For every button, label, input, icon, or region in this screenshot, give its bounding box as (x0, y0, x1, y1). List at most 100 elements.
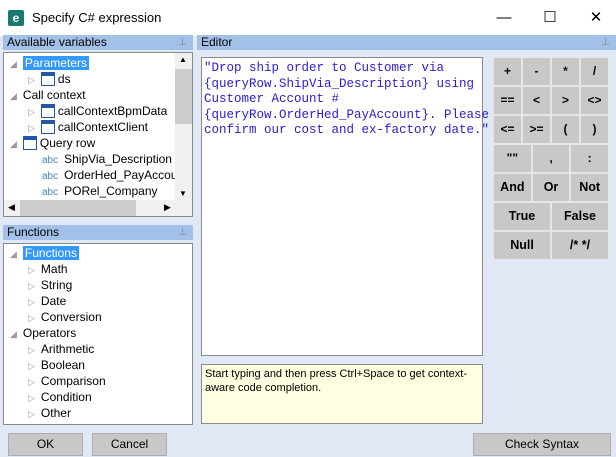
operator-button[interactable]: - (522, 57, 551, 86)
tree-item[interactable]: ◢ Parameters (10, 55, 89, 71)
tree-item[interactable]: ▷ Arithmetic (28, 341, 94, 357)
tree-item[interactable]: abc ShipVia_Description (42, 151, 172, 167)
functions-panel-title: Functions (7, 225, 60, 239)
expand-icon[interactable]: ▷ (28, 75, 35, 85)
tree-item-label: PORel_Company (64, 184, 158, 198)
tree-item[interactable]: ▷ Conversion (28, 309, 102, 325)
expand-icon[interactable]: ▷ (28, 281, 35, 291)
minimize-button[interactable]: — (481, 6, 527, 30)
pin-icon[interactable]: ⊥ (178, 35, 187, 50)
expand-icon[interactable]: ▷ (28, 377, 35, 387)
pin-icon[interactable]: ⊥ (601, 35, 610, 50)
expand-icon[interactable]: ▷ (28, 123, 35, 133)
horizontal-scrollbar[interactable]: ◀ ▶ (4, 200, 192, 216)
tree-item[interactable]: abc PORel_Company (42, 183, 158, 199)
tree-item[interactable]: abc OrderHed_PayAccou (42, 167, 178, 183)
operator-button[interactable]: <> (580, 86, 609, 115)
operator-button[interactable]: == (493, 86, 522, 115)
operator-button[interactable]: Or (531, 173, 571, 202)
tree-item[interactable]: ▷ ds (28, 71, 71, 87)
scroll-right-icon[interactable]: ▶ (164, 202, 171, 213)
operator-button[interactable]: /* */ (551, 231, 609, 260)
scrollbar-thumb[interactable] (20, 200, 136, 216)
operator-button[interactable]: * (551, 57, 580, 86)
title-bar: e Specify C# expression — ☐ ✕ (0, 0, 616, 36)
tree-item-label: Math (40, 262, 68, 276)
operator-button[interactable]: True (493, 202, 551, 231)
scroll-down-icon[interactable]: ▼ (179, 189, 187, 198)
expand-icon[interactable]: ▷ (28, 361, 35, 371)
pin-icon[interactable]: ⊥ (178, 225, 187, 240)
expand-icon[interactable]: ▷ (28, 345, 35, 355)
check-syntax-button[interactable]: Check Syntax (473, 433, 611, 456)
tree-item-label: OrderHed_PayAccou (64, 168, 178, 182)
cancel-button[interactable]: Cancel (92, 433, 167, 456)
operator-button[interactable]: > (551, 86, 580, 115)
string-field-icon: abc (42, 171, 59, 182)
tree-item[interactable]: ▷ Other (28, 405, 71, 421)
operator-button[interactable]: Not (570, 173, 609, 202)
functions-panel-header: Functions ⊥ (3, 225, 193, 240)
expand-icon[interactable]: ▷ (28, 393, 35, 403)
tree-item-label: Functions (22, 246, 79, 260)
string-field-icon: abc (42, 155, 59, 166)
tree-item[interactable]: ▷ callContextClient (28, 119, 148, 135)
tree-item[interactable]: ▷ Boolean (28, 357, 85, 373)
tree-item[interactable]: ▷ callContextBpmData (28, 103, 167, 119)
operator-button[interactable]: ( (551, 115, 580, 144)
variables-tree[interactable]: abc PORel_Company abc OrderHed_PayAccou abc S… (3, 52, 193, 217)
table-icon (40, 72, 55, 86)
operator-button[interactable]: ) (580, 115, 609, 144)
scroll-up-icon[interactable]: ▲ (179, 55, 187, 64)
expand-icon[interactable]: ▷ (28, 265, 35, 275)
collapse-icon[interactable]: ◢ (10, 59, 17, 69)
operator-button[interactable]: + (493, 57, 522, 86)
tree-item-label: Conversion (40, 310, 102, 324)
tree-item[interactable]: ▷ Comparison (28, 373, 106, 389)
ok-button[interactable]: OK (8, 433, 83, 456)
maximize-button[interactable]: ☐ (527, 6, 573, 30)
tree-item[interactable]: ▷ Condition (28, 389, 92, 405)
tree-item-label: ds (57, 72, 71, 86)
table-icon (22, 136, 37, 150)
operator-button[interactable]: "" (493, 144, 532, 173)
editor-panel-header: Editor ⊥ (197, 35, 616, 50)
close-button[interactable]: ✕ (573, 6, 616, 30)
expand-icon[interactable]: ▷ (28, 313, 35, 323)
tree-item-label: Boolean (40, 358, 85, 372)
tree-item-label: Comparison (40, 374, 106, 388)
operator-button[interactable]: And (493, 173, 532, 202)
tree-item-label: Condition (40, 390, 92, 404)
operator-button[interactable]: : (570, 144, 609, 173)
tree-item[interactable]: ◢ Functions (10, 245, 79, 261)
tree-item[interactable]: ◢ Query row (10, 135, 95, 151)
functions-tree[interactable]: ▷ Other ▷ Condition ▷ Comparison ▷ Boolean ▷ Arit… (3, 243, 193, 425)
expression-editor[interactable]: "Drop ship order to Customer via {queryR… (201, 57, 489, 356)
tree-item-label: Query row (39, 136, 96, 150)
tree-item[interactable]: ▷ Math (28, 261, 68, 277)
operator-button[interactable]: >= (522, 115, 551, 144)
scroll-left-icon[interactable]: ◀ (8, 202, 15, 213)
tree-item[interactable]: ▷ Date (28, 293, 66, 309)
collapse-icon[interactable]: ◢ (10, 249, 17, 259)
tree-item-label: Arithmetic (40, 342, 95, 356)
collapse-icon[interactable]: ◢ (10, 329, 17, 339)
operator-button[interactable]: <= (493, 115, 522, 144)
tree-item[interactable]: ◢ Call context (10, 87, 86, 103)
hint-box: Start typing and then press Ctrl+Space t… (201, 364, 483, 424)
operator-button[interactable]: False (551, 202, 609, 231)
expand-icon[interactable]: ▷ (28, 107, 35, 117)
expand-icon[interactable]: ▷ (28, 297, 35, 307)
scrollbar-thumb[interactable] (175, 69, 192, 124)
tree-item[interactable]: ◢ Operators (10, 325, 76, 341)
tree-item-label: Other (40, 406, 71, 420)
tree-item[interactable]: ▷ String (28, 277, 72, 293)
operator-button[interactable]: Null (493, 231, 551, 260)
vertical-scrollbar[interactable]: ▲ ▼ (175, 53, 192, 200)
operator-button[interactable]: / (580, 57, 609, 86)
collapse-icon[interactable]: ◢ (10, 91, 17, 101)
operator-button[interactable]: < (522, 86, 551, 115)
operator-button[interactable]: , (531, 144, 571, 173)
expand-icon[interactable]: ▷ (28, 409, 35, 419)
collapse-icon[interactable]: ◢ (10, 139, 17, 149)
